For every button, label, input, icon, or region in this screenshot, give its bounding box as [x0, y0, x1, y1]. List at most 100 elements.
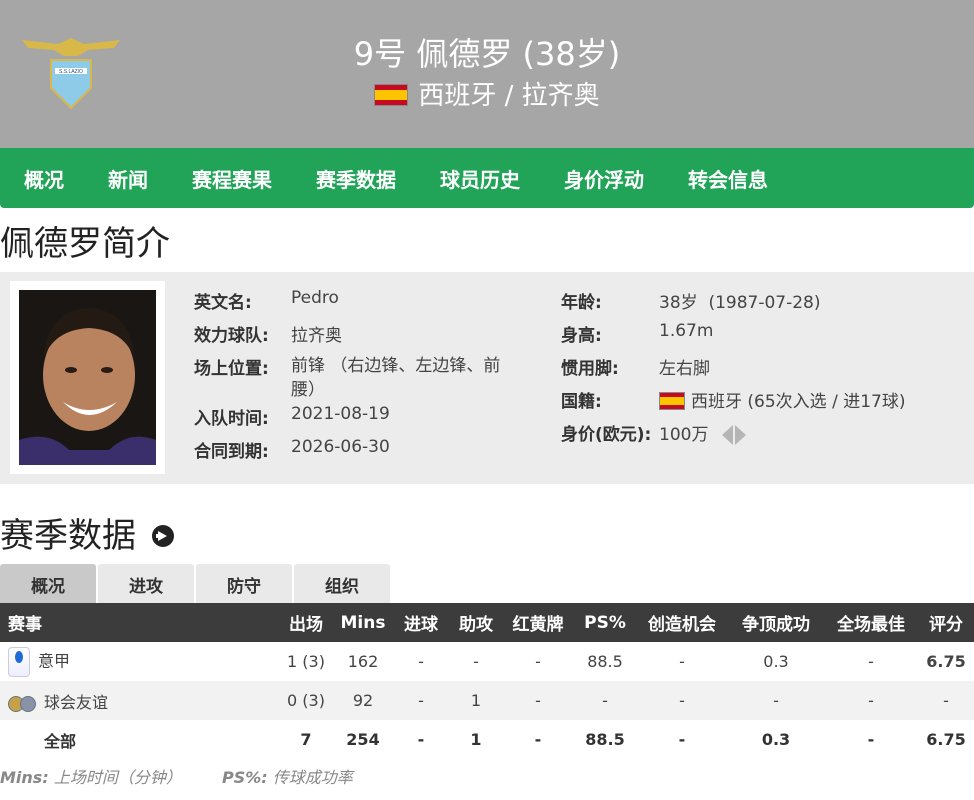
contract-label: 合同到期: — [194, 442, 269, 462]
rating-cell: 6.75 — [918, 642, 974, 681]
rating-cell: - — [918, 681, 974, 720]
tab-attack[interactable]: 进攻 — [98, 564, 194, 604]
market-value: 100万 — [659, 420, 748, 445]
tab-overview[interactable]: 概况 — [0, 564, 96, 604]
col-motm: 全场最佳 — [824, 603, 918, 642]
player-title: 9号 佩德罗 (38岁) — [353, 35, 621, 73]
footnote-mins-key: Mins: — [0, 768, 49, 787]
nav-season-stats[interactable]: 赛季数据 — [316, 164, 396, 193]
value-trend-toggle-icon[interactable] — [722, 425, 748, 445]
season-tabs: 概况 进攻 防守 组织 — [0, 564, 392, 604]
stat-cell: - — [450, 642, 502, 681]
table-header-row: 赛事 出场 Mins 进球 助攻 红黄牌 PS% 创造机会 争顶成功 全场最佳 … — [0, 603, 974, 642]
season-heading: 赛季数据 — [0, 512, 174, 560]
stat-cell: - — [392, 681, 450, 720]
spain-flag-icon — [374, 83, 409, 106]
age-label: 年龄: — [561, 293, 602, 313]
total-label: 全部 — [0, 720, 278, 759]
club-friendly-icon — [8, 696, 36, 712]
tab-organization[interactable]: 组织 — [294, 564, 390, 604]
total-cell: 7 — [278, 720, 334, 759]
tab-defense[interactable]: 防守 — [196, 564, 292, 604]
col-aerials-won: 争顶成功 — [728, 603, 824, 642]
stat-cell: - — [636, 642, 728, 681]
joined-value: 2021-08-19 — [291, 404, 390, 424]
footnote-ps-key: PS%: — [222, 768, 268, 787]
stat-cell: 88.5 — [574, 642, 636, 681]
foot-label: 惯用脚: — [561, 359, 619, 379]
total-cell: 1 — [450, 720, 502, 759]
nav-fixtures[interactable]: 赛程赛果 — [192, 164, 272, 193]
stats-footnote: Mins: 上场时间（分钟） PS%: 传球成功率 — [0, 764, 353, 788]
nationality-label: 国籍: — [561, 392, 602, 412]
total-cell: - — [392, 720, 450, 759]
competition-cell[interactable]: 球会友谊 — [0, 681, 278, 720]
stat-cell: - — [636, 681, 728, 720]
col-goals: 进球 — [392, 603, 450, 642]
foot-value: 左右脚 — [659, 359, 710, 379]
season-stats-table: 赛事 出场 Mins 进球 助攻 红黄牌 PS% 创造机会 争顶成功 全场最佳 … — [0, 603, 974, 759]
english-name-label: 英文名: — [194, 293, 252, 313]
stat-cell: 0.3 — [728, 642, 824, 681]
english-name-value: Pedro — [291, 288, 339, 308]
club-value[interactable]: 拉齐奥 — [291, 321, 342, 346]
stat-cell: - — [392, 642, 450, 681]
position-label: 场上位置: — [194, 359, 269, 379]
stat-cell: 1 (3) — [278, 642, 334, 681]
footnote-ps-desc: 传球成功率 — [272, 768, 353, 787]
total-rating-cell: 6.75 — [918, 720, 974, 759]
stat-cell: 1 — [450, 681, 502, 720]
stat-cell: - — [728, 681, 824, 720]
nav-player-history[interactable]: 球员历史 — [440, 164, 520, 193]
main-nav: 概况 新闻 赛程赛果 赛季数据 球员历史 身价浮动 转会信息 — [0, 148, 974, 208]
total-cell: 254 — [334, 720, 392, 759]
position-value: 前锋 （右边锋、左边锋、前腰） — [291, 356, 501, 400]
player-photo-frame — [10, 281, 165, 474]
stat-cell: - — [502, 681, 574, 720]
table-row: 球会友谊 0 (3) 92 - 1 - - - - - - — [0, 681, 974, 720]
market-value-text: 100万 — [659, 425, 709, 445]
competition-cell[interactable]: 意甲 — [0, 642, 278, 681]
footnote-mins-desc: 上场时间（分钟） — [53, 768, 182, 787]
age-value: 38岁 (1987-07-28) — [659, 293, 821, 313]
col-assists: 助攻 — [450, 603, 502, 642]
col-chances-created: 创造机会 — [636, 603, 728, 642]
season-heading-text: 赛季数据 — [0, 516, 136, 556]
total-cell: 88.5 — [574, 720, 636, 759]
nationality-text: 西班牙 (65次入选 / 进17球) — [691, 392, 906, 412]
contract-value: 2026-06-30 — [291, 437, 390, 457]
joined-label: 入队时间: — [194, 409, 269, 429]
spain-flag-icon — [659, 392, 685, 410]
player-portrait-icon — [19, 290, 156, 465]
club-label: 效力球队: — [194, 326, 269, 346]
height-label: 身高: — [561, 326, 602, 346]
player-header: S.S.LAZIO 9号 佩德罗 (38岁) 西班牙 / 拉齐奥 — [0, 0, 974, 148]
total-cell: - — [636, 720, 728, 759]
table-total-row: 全部 7 254 - 1 - 88.5 - 0.3 - 6.75 — [0, 720, 974, 759]
stat-cell: 92 — [334, 681, 392, 720]
nav-overview[interactable]: 概况 — [24, 164, 64, 193]
nationality-club-text: 西班牙 / 拉齐奥 — [418, 81, 600, 111]
col-pass-pct: PS% — [574, 603, 636, 642]
bio-heading: 佩德罗简介 — [0, 224, 170, 264]
nav-market-value[interactable]: 身价浮动 — [564, 164, 644, 193]
height-value: 1.67m — [659, 321, 714, 341]
total-cell: 0.3 — [728, 720, 824, 759]
market-value-label: 身价(欧元): — [561, 425, 652, 445]
stat-cell: 162 — [334, 642, 392, 681]
arrow-right-circle-icon[interactable] — [152, 525, 174, 547]
competition-name[interactable]: 球会友谊 — [44, 693, 108, 712]
total-cell: - — [824, 720, 918, 759]
nav-transfers[interactable]: 转会信息 — [688, 164, 768, 193]
stat-cell: - — [824, 642, 918, 681]
col-competition: 赛事 — [0, 603, 278, 642]
serie-a-icon — [8, 646, 30, 677]
competition-name[interactable]: 意甲 — [38, 651, 70, 670]
stat-cell: - — [824, 681, 918, 720]
stat-cell: - — [574, 681, 636, 720]
nav-news[interactable]: 新闻 — [108, 164, 148, 193]
col-mins: Mins — [334, 603, 392, 642]
nationality-value: 西班牙 (65次入选 / 进17球) — [659, 387, 905, 412]
player-photo — [19, 290, 156, 465]
stat-cell: 0 (3) — [278, 681, 334, 720]
